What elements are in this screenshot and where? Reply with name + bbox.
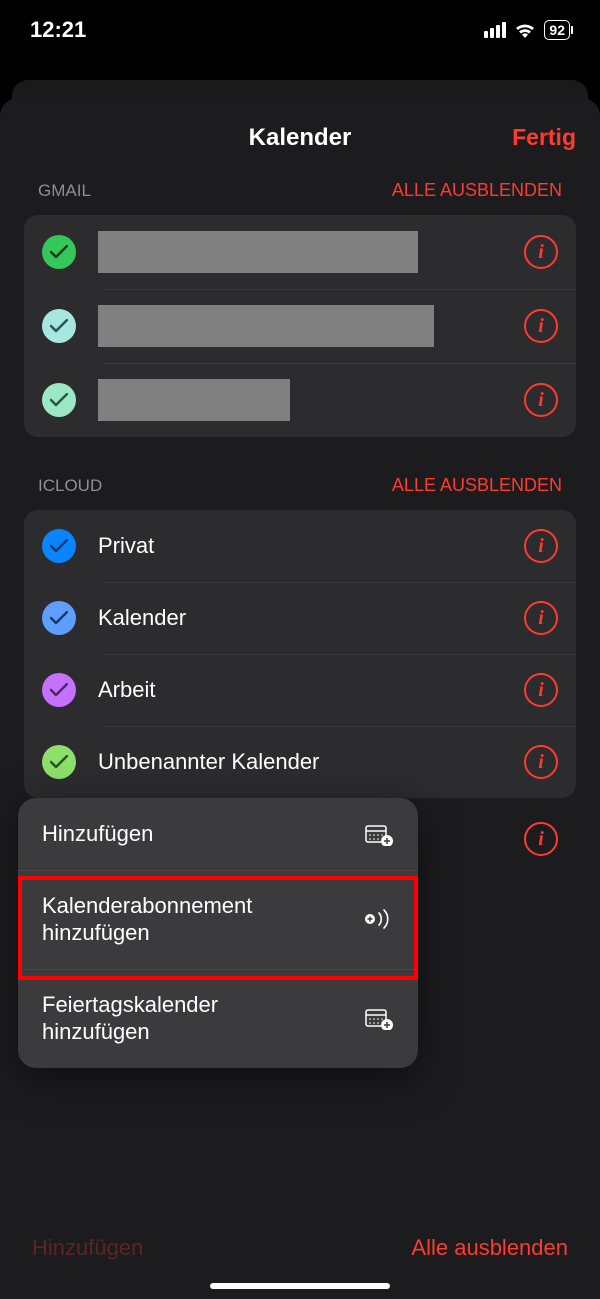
calendars-sheet: Kalender Fertig GMAIL ALLE AUSBLENDEN i … (0, 98, 600, 1299)
info-button[interactable]: i (524, 822, 558, 856)
calendar-row[interactable]: i (24, 363, 576, 437)
calendar-name: Privat (98, 533, 524, 559)
wifi-icon (514, 22, 536, 38)
calendar-row[interactable]: i (24, 215, 576, 289)
add-calendar-option[interactable]: Hinzufügen (18, 798, 418, 870)
calendar-name-redacted (98, 231, 418, 273)
calendar-row[interactable]: Privat i (24, 510, 576, 582)
footer-bar: Hinzufügen Alle ausblenden (0, 1235, 600, 1261)
calendar-name: Kalender (98, 605, 524, 631)
checkmark-icon[interactable] (42, 309, 76, 343)
sheet-title: Kalender (249, 124, 352, 152)
checkmark-icon[interactable] (42, 529, 76, 563)
section-title-gmail: GMAIL (38, 181, 91, 201)
add-holiday-option[interactable]: Feiertagskalender hinzufügen (18, 969, 418, 1068)
info-button[interactable]: i (524, 309, 558, 343)
checkmark-icon[interactable] (42, 673, 76, 707)
checkmark-icon[interactable] (42, 745, 76, 779)
info-button[interactable]: i (524, 383, 558, 417)
battery-icon: 92 (544, 20, 570, 40)
status-time: 12:21 (30, 17, 86, 43)
checkmark-icon[interactable] (42, 235, 76, 269)
calendar-row[interactable]: Unbenannter Kalender i (24, 726, 576, 798)
checkmark-icon[interactable] (42, 601, 76, 635)
gmail-list: i i i (24, 215, 576, 437)
calendar-name-redacted (98, 305, 434, 347)
home-indicator[interactable] (210, 1283, 390, 1289)
calendar-name: Unbenannter Kalender (98, 749, 524, 775)
calendar-row[interactable]: Kalender i (24, 582, 576, 654)
done-button[interactable]: Fertig (512, 124, 576, 151)
info-button[interactable]: i (524, 529, 558, 563)
add-calendar-button[interactable]: Hinzufügen (32, 1235, 143, 1261)
hide-all-gmail[interactable]: ALLE AUSBLENDEN (392, 180, 562, 201)
calendar-plus-icon (364, 1006, 394, 1030)
section-title-icloud: ICLOUD (38, 476, 102, 496)
calendar-name: Arbeit (98, 677, 524, 703)
status-bar: 12:21 92 (0, 0, 600, 60)
info-button[interactable]: i (524, 745, 558, 779)
calendar-row[interactable]: Arbeit i (24, 654, 576, 726)
hide-all-button[interactable]: Alle ausblenden (411, 1235, 568, 1261)
calendar-name-redacted (98, 379, 290, 421)
info-button[interactable]: i (524, 673, 558, 707)
calendar-row[interactable]: i (24, 289, 576, 363)
signal-icon (484, 22, 506, 38)
info-button[interactable]: i (524, 235, 558, 269)
broadcast-plus-icon (360, 907, 394, 931)
info-button[interactable]: i (524, 601, 558, 635)
checkmark-icon[interactable] (42, 383, 76, 417)
add-subscription-option[interactable]: Kalenderabonnement hinzufügen (18, 870, 418, 969)
add-menu-popup: Hinzufügen Kalenderabonnement hinzufügen… (18, 798, 418, 1068)
status-icons: 92 (484, 20, 570, 40)
calendar-plus-icon (364, 822, 394, 846)
hide-all-icloud[interactable]: ALLE AUSBLENDEN (392, 475, 562, 496)
icloud-list: Privat i Kalender i Arbeit i Unbenannter… (24, 510, 576, 798)
